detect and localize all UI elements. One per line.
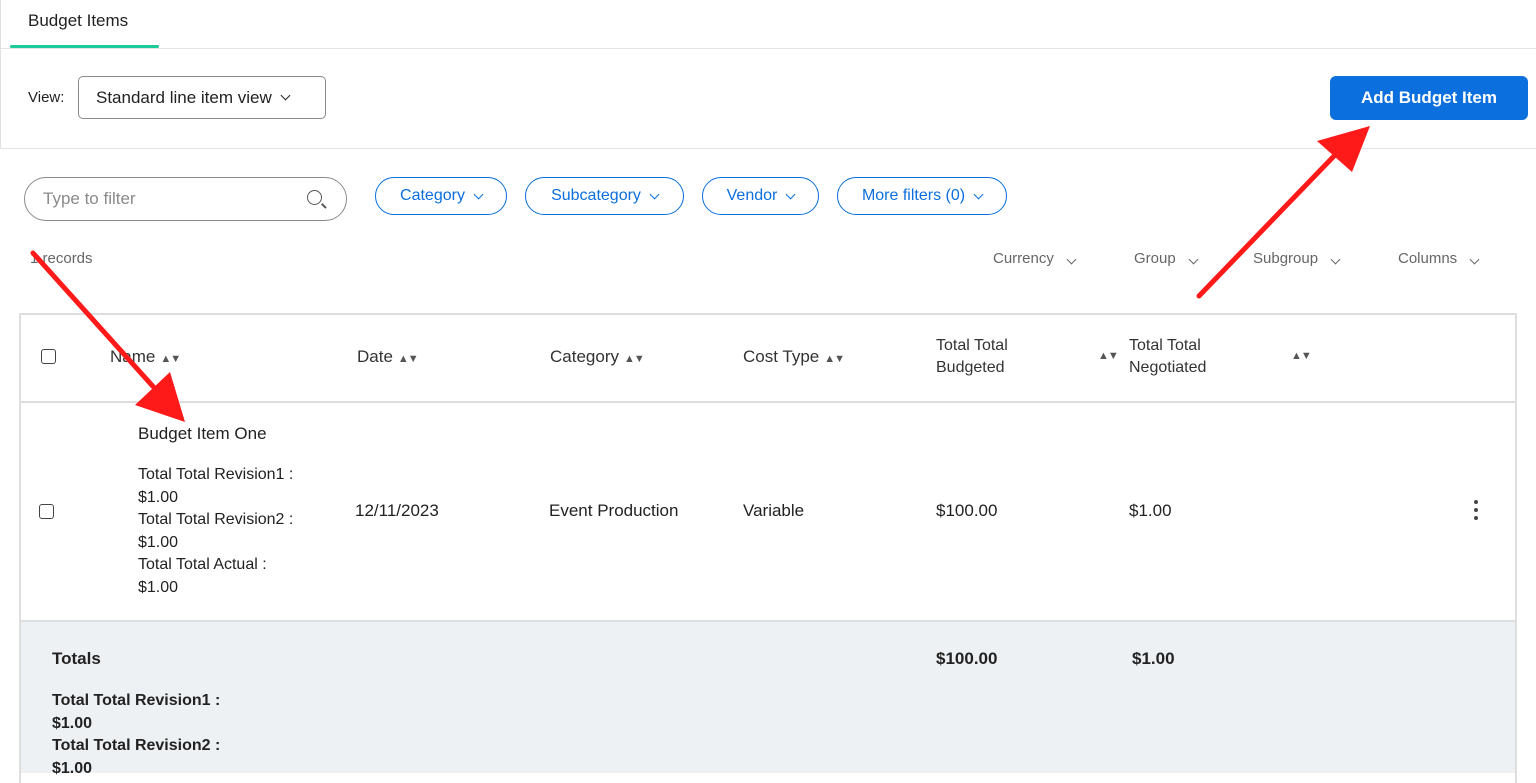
currency-dropdown[interactable]: Currency: [993, 250, 1077, 267]
column-header-negotiated[interactable]: Total Total Negotiated: [1129, 335, 1206, 379]
totals-detail-line: $1.00: [52, 759, 93, 777]
row-cost-type: Variable: [743, 501, 805, 520]
records-count: 1 records: [30, 250, 93, 267]
chevron-down-icon: [1188, 254, 1199, 265]
column-header-date-label: Date: [357, 347, 393, 366]
arrow-to-add-button: [1196, 126, 1370, 299]
columns-label: Columns: [1398, 250, 1458, 267]
row-details: Total Total Revision1 : $1.00 Total Tota…: [138, 464, 293, 599]
column-header-budgeted[interactable]: Total Total Budgeted: [936, 335, 1008, 379]
row-budgeted: $100.00: [936, 501, 998, 520]
totals-label: Totals: [52, 649, 101, 668]
subcategory-filter-label: Subcategory: [551, 187, 641, 204]
category-filter-button[interactable]: Category: [375, 177, 507, 215]
chevron-down-icon: [649, 189, 660, 199]
column-header-name-label: Name: [110, 347, 156, 366]
column-header-negotiated-line2: Negotiated: [1129, 359, 1207, 376]
row-negotiated: $1.00: [1129, 501, 1172, 520]
view-select[interactable]: Standard line item view: [78, 76, 326, 119]
columns-dropdown[interactable]: Columns: [1398, 250, 1480, 267]
sort-icon[interactable]: ▲▼: [1098, 350, 1119, 362]
row-date: 12/11/2023: [355, 501, 439, 520]
row-detail-line: Total Total Revision1 :: [138, 466, 294, 483]
column-header-budgeted-line2: Budgeted: [936, 359, 1005, 376]
chevron-down-icon: [1469, 254, 1480, 265]
row-detail-line: Total Total Actual :: [138, 556, 267, 573]
vendor-filter-button[interactable]: Vendor: [702, 177, 819, 215]
tab-budget-items[interactable]: Budget Items: [28, 11, 128, 31]
group-label: Group: [1134, 250, 1176, 267]
row-detail-line: $1.00: [138, 488, 179, 506]
totals-detail-line: $1.00: [52, 714, 93, 732]
subgroup-label: Subgroup: [1253, 250, 1319, 267]
row-detail-line: $1.00: [138, 578, 179, 596]
add-budget-item-button[interactable]: Add Budget Item: [1330, 76, 1528, 120]
totals-budgeted: $100.00: [936, 649, 998, 668]
table-header-divider: [19, 401, 1517, 403]
tab-bar: [0, 0, 1536, 49]
search-input[interactable]: Type to filter: [24, 177, 347, 221]
row-checkbox[interactable]: [39, 504, 54, 519]
column-header-budgeted-line1: Total Total: [936, 337, 1008, 354]
panel-left-border: [0, 0, 1, 148]
row-detail-line: Total Total Revision2 :: [138, 511, 294, 528]
sort-icon: ▲▼: [160, 353, 181, 365]
sort-icon: ▲▼: [623, 353, 645, 365]
category-filter-label: Category: [400, 187, 465, 204]
row-name[interactable]: Budget Item One: [138, 424, 267, 444]
chevron-down-icon: [973, 189, 984, 199]
sort-icon: ▲▼: [397, 353, 419, 365]
column-header-date[interactable]: Date ▲▼: [357, 347, 419, 367]
sort-icon: ▲▼: [824, 353, 845, 365]
chevron-down-icon: [473, 189, 484, 199]
subcategory-filter-button[interactable]: Subcategory: [525, 177, 684, 215]
totals-detail-line: Total Total Revision1 :: [52, 692, 221, 709]
search-icon: [307, 190, 322, 205]
select-all-checkbox[interactable]: [41, 349, 56, 364]
row-category: Event Production: [549, 501, 679, 520]
totals-details: Total Total Revision1 : $1.00 Total Tota…: [52, 690, 220, 780]
more-filters-button[interactable]: More filters (0): [837, 177, 1007, 215]
vendor-filter-label: Vendor: [726, 187, 778, 204]
column-header-category[interactable]: Category ▲▼: [550, 347, 645, 367]
sort-icon[interactable]: ▲▼: [1291, 350, 1312, 362]
chevron-down-icon: [785, 189, 796, 199]
chevron-down-icon: [1330, 254, 1341, 265]
column-header-cost-type-label: Cost Type: [743, 347, 820, 366]
view-select-value: Standard line item view: [96, 87, 272, 107]
divider: [0, 148, 1536, 149]
view-label: View:: [28, 89, 65, 106]
group-dropdown[interactable]: Group: [1134, 250, 1199, 267]
chevron-down-icon: [1066, 254, 1077, 265]
column-header-cost-type[interactable]: Cost Type ▲▼: [743, 347, 845, 367]
chevron-down-icon: [280, 90, 291, 101]
more-options-icon[interactable]: [1474, 500, 1480, 524]
more-filters-label: More filters (0): [861, 187, 966, 204]
totals-negotiated: $1.00: [1132, 649, 1175, 668]
column-header-name[interactable]: Name ▲▼: [110, 347, 181, 367]
column-header-negotiated-line1: Total Total: [1129, 337, 1201, 354]
row-detail-line: $1.00: [138, 533, 179, 551]
active-tab-indicator: [10, 45, 159, 48]
column-header-category-label: Category: [550, 347, 619, 366]
totals-detail-line: Total Total Revision2 :: [52, 737, 221, 754]
subgroup-dropdown[interactable]: Subgroup: [1253, 250, 1341, 267]
totals-row: [21, 620, 1515, 773]
search-placeholder: Type to filter: [43, 189, 136, 208]
currency-label: Currency: [993, 250, 1054, 267]
